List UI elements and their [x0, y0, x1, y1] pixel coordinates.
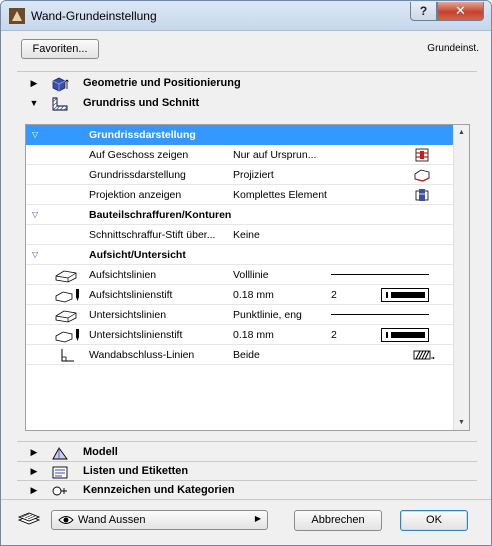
ok-button[interactable]: OK	[400, 510, 468, 531]
collapse-arrow-icon[interactable]: ▽	[32, 210, 38, 219]
layer-dropdown[interactable]: Wand Aussen ▶	[51, 510, 268, 530]
section-label: Listen und Etiketten	[83, 465, 189, 477]
cancel-button[interactable]: Abbrechen	[294, 510, 382, 531]
outline-icon	[54, 267, 82, 283]
property-value[interactable]: Punktlinie, eng	[233, 309, 302, 321]
app-icon	[9, 8, 25, 24]
property-row[interactable]: Aufsichtslinien Volllinie	[26, 265, 454, 285]
property-row[interactable]: Untersichtslinienstift 0.18 mm 2	[26, 325, 454, 345]
section-label: Kennzeichen und Kategorien	[83, 484, 235, 496]
button-bar: Wand Aussen ▶ Abbrechen OK	[1, 499, 491, 545]
line-sample	[331, 314, 429, 315]
group-label: Grundrissdarstellung	[89, 129, 196, 141]
model-icon	[52, 447, 68, 460]
line-sample	[331, 274, 429, 275]
expand-arrow-icon[interactable]: ▶	[29, 78, 39, 89]
expand-arrow-icon[interactable]: ▶	[29, 447, 39, 458]
pen-icon	[54, 287, 82, 303]
pen-swatch[interactable]	[381, 328, 429, 342]
property-value[interactable]: Volllinie	[233, 269, 269, 281]
projection-icon[interactable]	[413, 188, 431, 202]
property-name: Grundrissdarstellung	[89, 169, 186, 181]
group-label: Bauteilschraffuren/Konturen	[89, 209, 232, 221]
property-name: Wandabschluss-Linien	[89, 349, 195, 361]
property-panel: ▽ Grundrissdarstellung Auf Geschoss zeigen…	[25, 124, 470, 431]
collapse-arrow-icon[interactable]: ▼	[29, 98, 39, 108]
collapse-arrow-icon[interactable]: ▽	[32, 250, 38, 259]
listing-icon	[52, 466, 68, 479]
eye-icon	[58, 516, 74, 524]
dialog-window: Wand-Grundeinstellung ? ✕ Favoriten... G…	[0, 0, 492, 546]
property-row[interactable]: Schnittschraffur-Stift über... Keine	[26, 225, 454, 245]
pen-swatch[interactable]	[381, 288, 429, 302]
property-value[interactable]: 0.18 mm	[233, 289, 274, 301]
wall-end-icon	[54, 347, 82, 363]
favorites-button[interactable]: Favoriten...	[21, 39, 99, 59]
property-row[interactable]: Wandabschluss-Linien Beide	[26, 345, 454, 365]
property-name: Projektion anzeigen	[89, 189, 182, 201]
property-name: Schnittschraffur-Stift über...	[89, 229, 216, 241]
divider	[17, 441, 477, 442]
property-name: Untersichtslinien	[89, 309, 167, 321]
floorplan-section-icon	[52, 97, 68, 111]
scrollbar[interactable]: ▲ ▼	[453, 125, 469, 430]
property-name: Aufsichtslinien	[89, 269, 157, 281]
scroll-down-icon[interactable]: ▼	[454, 415, 469, 430]
property-value[interactable]: Keine	[233, 229, 260, 241]
pen-number: 2	[331, 329, 337, 341]
property-row[interactable]: Untersichtslinien Punktlinie, eng	[26, 305, 454, 325]
story-icon[interactable]	[413, 148, 431, 162]
property-row[interactable]: Projektion anzeigen Komplettes Element	[26, 185, 454, 205]
collapse-arrow-icon[interactable]: ▽	[32, 130, 38, 139]
property-name: Auf Geschoss zeigen	[89, 149, 189, 161]
layer-value: Wand Aussen	[78, 514, 146, 526]
group-row[interactable]: ▽ Aufsicht/Untersicht	[26, 245, 454, 265]
property-value[interactable]: Komplettes Element	[233, 189, 327, 201]
pen-number: 2	[331, 289, 337, 301]
geometry-icon	[52, 77, 69, 92]
help-button[interactable]: ?	[410, 2, 437, 21]
section-label: Modell	[83, 446, 118, 458]
property-value[interactable]: Beide	[233, 349, 260, 361]
expand-arrow-icon[interactable]: ▶	[29, 466, 39, 477]
divider	[17, 71, 477, 72]
expand-arrow-icon[interactable]: ▶	[29, 485, 39, 496]
section-label: Grundriss und Schnitt	[83, 97, 200, 109]
layer-icon[interactable]	[17, 510, 41, 526]
group-label: Aufsicht/Untersicht	[89, 249, 186, 261]
group-row[interactable]: ▽ Grundrissdarstellung	[26, 125, 454, 145]
pen-icon	[54, 327, 82, 343]
scroll-up-icon[interactable]: ▲	[454, 125, 469, 140]
preset-name: Grundeinst.	[427, 43, 479, 54]
categories-icon	[52, 486, 67, 496]
window-title: Wand-Grundeinstellung	[31, 9, 157, 23]
projected-icon[interactable]	[413, 168, 431, 182]
property-name: Untersichtslinienstift	[89, 329, 183, 341]
property-value[interactable]: Projiziert	[233, 169, 274, 181]
divider	[17, 480, 477, 481]
outline-icon	[54, 307, 82, 323]
chevron-right-icon: ▶	[254, 514, 261, 523]
property-row[interactable]: Auf Geschoss zeigen Nur auf Ursprun...	[26, 145, 454, 165]
property-value[interactable]: 0.18 mm	[233, 329, 274, 341]
divider	[17, 461, 477, 462]
section-label: Geometrie und Positionierung	[83, 77, 241, 89]
property-value[interactable]: Nur auf Ursprun...	[233, 149, 316, 161]
property-row[interactable]: Grundrissdarstellung Projiziert	[26, 165, 454, 185]
group-row[interactable]: ▽ Bauteilschraffuren/Konturen	[26, 205, 454, 225]
property-name: Aufsichtslinienstift	[89, 289, 173, 301]
close-button[interactable]: ✕	[437, 2, 484, 21]
property-row[interactable]: Aufsichtslinienstift 0.18 mm 2	[26, 285, 454, 305]
title-bar: Wand-Grundeinstellung ? ✕	[1, 1, 491, 31]
hatch-icon[interactable]	[413, 348, 435, 362]
